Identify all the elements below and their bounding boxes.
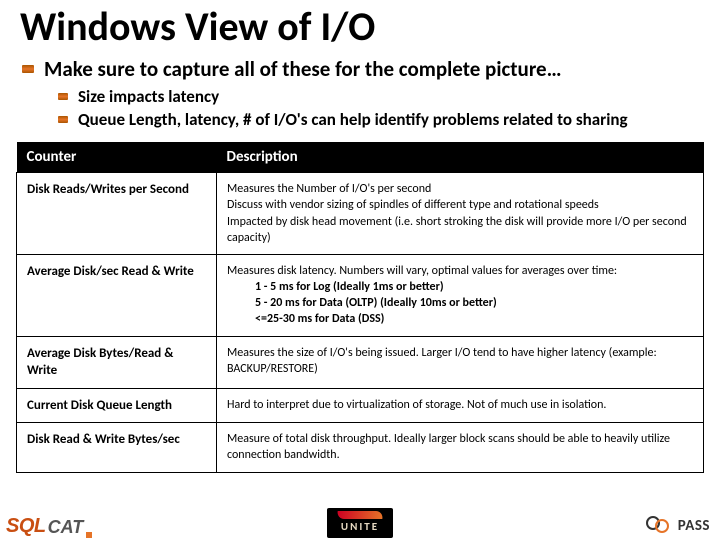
sqlcat-sql: SQL (6, 515, 46, 538)
th-description: Description (217, 142, 704, 173)
cell-counter: Average Disk/sec Read & Write (17, 254, 217, 336)
cell-description: Measures the Number of I/O's per second … (217, 173, 704, 255)
table-row: Current Disk Queue Length Hard to interp… (17, 388, 704, 423)
unite-logo: UNITE (327, 508, 393, 538)
pass-text: PASS (678, 517, 710, 535)
sqlcat-cat: CAT (48, 517, 84, 538)
desc-sub-line: <=25-30 ms for Data (DSS) (255, 312, 384, 326)
desc-line: Impacted by disk head movement (i.e. sho… (227, 215, 687, 245)
desc-intro: Measures disk latency. Numbers will vary… (227, 264, 617, 278)
bullet-list: Make sure to capture all of these for th… (16, 56, 704, 132)
cell-description: Hard to interpret due to virtualization … (217, 388, 704, 423)
unite-box: UNITE (327, 508, 393, 538)
slide-title: Windows View of I/O (20, 6, 704, 48)
cell-description: Measures the size of I/O's being issued.… (217, 336, 704, 388)
cell-counter: Current Disk Queue Length (17, 388, 217, 423)
bullet-sub-item: Queue Length, latency, # of I/O's can he… (78, 109, 704, 132)
pass-logo: PASS (646, 516, 710, 536)
pass-rings-icon (646, 516, 672, 536)
desc-sub-line: 1 - 5 ms for Log (Ideally 1ms or better) (255, 280, 444, 294)
footer: SQL CAT UNITE PASS (0, 498, 720, 538)
th-counter: Counter (17, 142, 217, 173)
table-header-row: Counter Description (17, 142, 704, 173)
cell-counter: Average Disk Bytes/Read & Write (17, 336, 217, 388)
counter-table: Counter Description Disk Reads/Writes pe… (16, 142, 704, 473)
sqlcat-dot-icon (86, 532, 92, 538)
table-row: Disk Read & Write Bytes/sec Measure of t… (17, 423, 704, 472)
bullet-main: Make sure to capture all of these for th… (44, 56, 704, 132)
unite-text: UNITE (341, 520, 379, 533)
desc-sub-line: 5 - 20 ms for Data (OLTP) (Ideally 10ms … (255, 296, 497, 310)
cell-description: Measures disk latency. Numbers will vary… (217, 254, 704, 336)
bullet-main-text: Make sure to capture all of these for th… (44, 56, 562, 82)
bullet-sub-list: Size impacts latency Queue Length, laten… (44, 86, 704, 132)
table-row: Disk Reads/Writes per Second Measures th… (17, 173, 704, 255)
unite-swoosh-icon (336, 511, 383, 519)
desc-line: Measures the Number of I/O's per second (227, 182, 431, 196)
cell-counter: Disk Read & Write Bytes/sec (17, 423, 217, 472)
sqlcat-logo: SQL CAT (6, 515, 92, 538)
cell-description: Measure of total disk throughput. Ideall… (217, 423, 704, 472)
table-row: Average Disk/sec Read & Write Measures d… (17, 254, 704, 336)
slide: Windows View of I/O Make sure to capture… (0, 0, 720, 540)
cell-counter: Disk Reads/Writes per Second (17, 173, 217, 255)
desc-line: Discuss with vendor sizing of spindles o… (227, 198, 599, 212)
table-row: Average Disk Bytes/Read & Write Measures… (17, 336, 704, 388)
bullet-sub-item: Size impacts latency (78, 86, 704, 109)
